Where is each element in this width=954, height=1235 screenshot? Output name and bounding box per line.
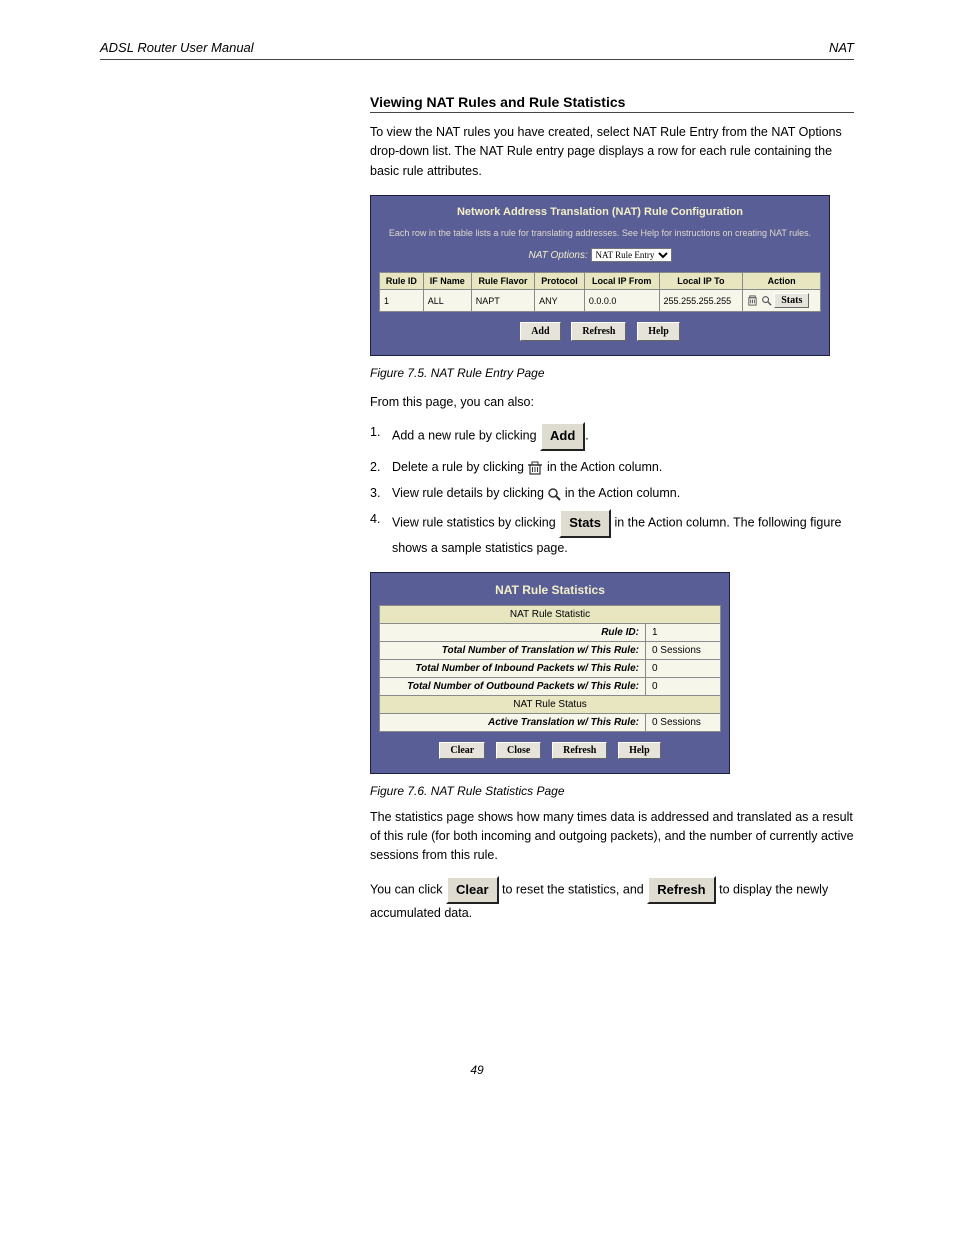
intro-text: To view the NAT rules you have created, … [370, 123, 854, 181]
panel1-title: Network Address Translation (NAT) Rule C… [379, 206, 821, 218]
panel1-desc: Each row in the table lists a rule for t… [379, 228, 821, 238]
th-if-name: IF Name [423, 273, 471, 290]
subhead-stat: NAT Rule Statistic [380, 605, 721, 623]
help-button[interactable]: Help [637, 322, 680, 341]
list-item: 1. Add a new rule by clicking Add. [370, 422, 854, 451]
nat-rules-table: Rule ID IF Name Rule Flavor Protocol Loc… [379, 272, 821, 312]
list-text: View rule details by clicking in the Act… [392, 483, 854, 503]
th-rule-id: Rule ID [380, 273, 424, 290]
cell-rule-id: 1 [380, 290, 424, 312]
th-local-ip-to: Local IP To [659, 273, 743, 290]
refresh-button[interactable]: Refresh [552, 742, 607, 759]
table-row: Total Number of Inbound Packets w/ This … [380, 659, 721, 677]
table-row: Rule ID:1 [380, 623, 721, 641]
nat-options-select[interactable]: NAT Rule Entry [591, 248, 672, 262]
figure-caption-2: Figure 7.6. NAT Rule Statistics Page [370, 784, 854, 798]
doc-title: ADSL Router User Manual [100, 40, 254, 55]
list-intro: From this page, you can also: [370, 392, 854, 412]
list-text: View rule statistics by clicking Stats i… [392, 509, 854, 558]
action-list: From this page, you can also: 1. Add a n… [370, 392, 854, 558]
nat-options-label: NAT Options: [528, 250, 587, 261]
list-text: Delete a rule by clicking in the Action … [392, 457, 854, 477]
cell-action: Stats [743, 290, 821, 312]
th-rule-flavor: Rule Flavor [471, 273, 534, 290]
add-button-inline[interactable]: Add [540, 422, 585, 451]
cell-ip-to: 255.255.255.255 [659, 290, 743, 312]
doc-section: NAT [829, 40, 854, 55]
list-item: 2. Delete a rule by clicking in the Acti… [370, 457, 854, 477]
list-item: 3. View rule details by clicking in the … [370, 483, 854, 503]
list-num: 4. [370, 509, 392, 558]
list-text: Add a new rule by clicking Add. [392, 422, 854, 451]
cell-flavor: NAPT [471, 290, 534, 312]
cell-ip-from: 0.0.0.0 [584, 290, 659, 312]
nat-options-row: NAT Options: NAT Rule Entry [379, 248, 821, 262]
trash-icon[interactable] [747, 295, 758, 306]
stats-button-inline[interactable]: Stats [559, 509, 611, 538]
table-row: Active Translation w/ This Rule:0 Sessio… [380, 713, 721, 731]
subhead-status: NAT Rule Status [380, 695, 721, 713]
doc-header: ADSL Router User Manual NAT [100, 40, 854, 60]
figure-caption-1: Figure 7.5. NAT Rule Entry Page [370, 366, 854, 380]
add-button[interactable]: Add [520, 322, 560, 341]
nat-rule-stats-panel: NAT Rule Statistics NAT Rule Statistic R… [370, 572, 730, 774]
page-number: 49 [100, 1063, 854, 1077]
clear-button-inline[interactable]: Clear [446, 876, 499, 904]
th-local-ip-from: Local IP From [584, 273, 659, 290]
refresh-button[interactable]: Refresh [571, 322, 626, 341]
panel2-title: NAT Rule Statistics [379, 583, 721, 597]
help-button[interactable]: Help [618, 742, 661, 759]
list-num: 1. [370, 422, 392, 451]
table-row: Total Number of Translation w/ This Rule… [380, 641, 721, 659]
table-row: Total Number of Outbound Packets w/ This… [380, 677, 721, 695]
th-action: Action [743, 273, 821, 290]
stats-table: NAT Rule Statistic Rule ID:1 Total Numbe… [379, 605, 721, 732]
list-num: 2. [370, 457, 392, 477]
section-heading: Viewing NAT Rules and Rule Statistics [370, 94, 854, 113]
magnifier-icon[interactable] [547, 487, 561, 501]
list-item: 4. View rule statistics by clicking Stat… [370, 509, 854, 558]
table-row: 1 ALL NAPT ANY 0.0.0.0 255.255.255.255 S… [380, 290, 821, 312]
stats-button[interactable]: Stats [774, 293, 809, 308]
cell-if-name: ALL [423, 290, 471, 312]
nat-rule-config-panel: Network Address Translation (NAT) Rule C… [370, 195, 830, 356]
magnifier-icon[interactable] [761, 295, 772, 306]
th-protocol: Protocol [535, 273, 585, 290]
clear-button[interactable]: Clear [439, 742, 485, 759]
list-num: 3. [370, 483, 392, 503]
trash-icon[interactable] [527, 461, 543, 475]
cell-protocol: ANY [535, 290, 585, 312]
body-para1: The statistics page shows how many times… [370, 808, 854, 924]
refresh-button-inline[interactable]: Refresh [647, 876, 715, 904]
close-button[interactable]: Close [496, 742, 541, 759]
